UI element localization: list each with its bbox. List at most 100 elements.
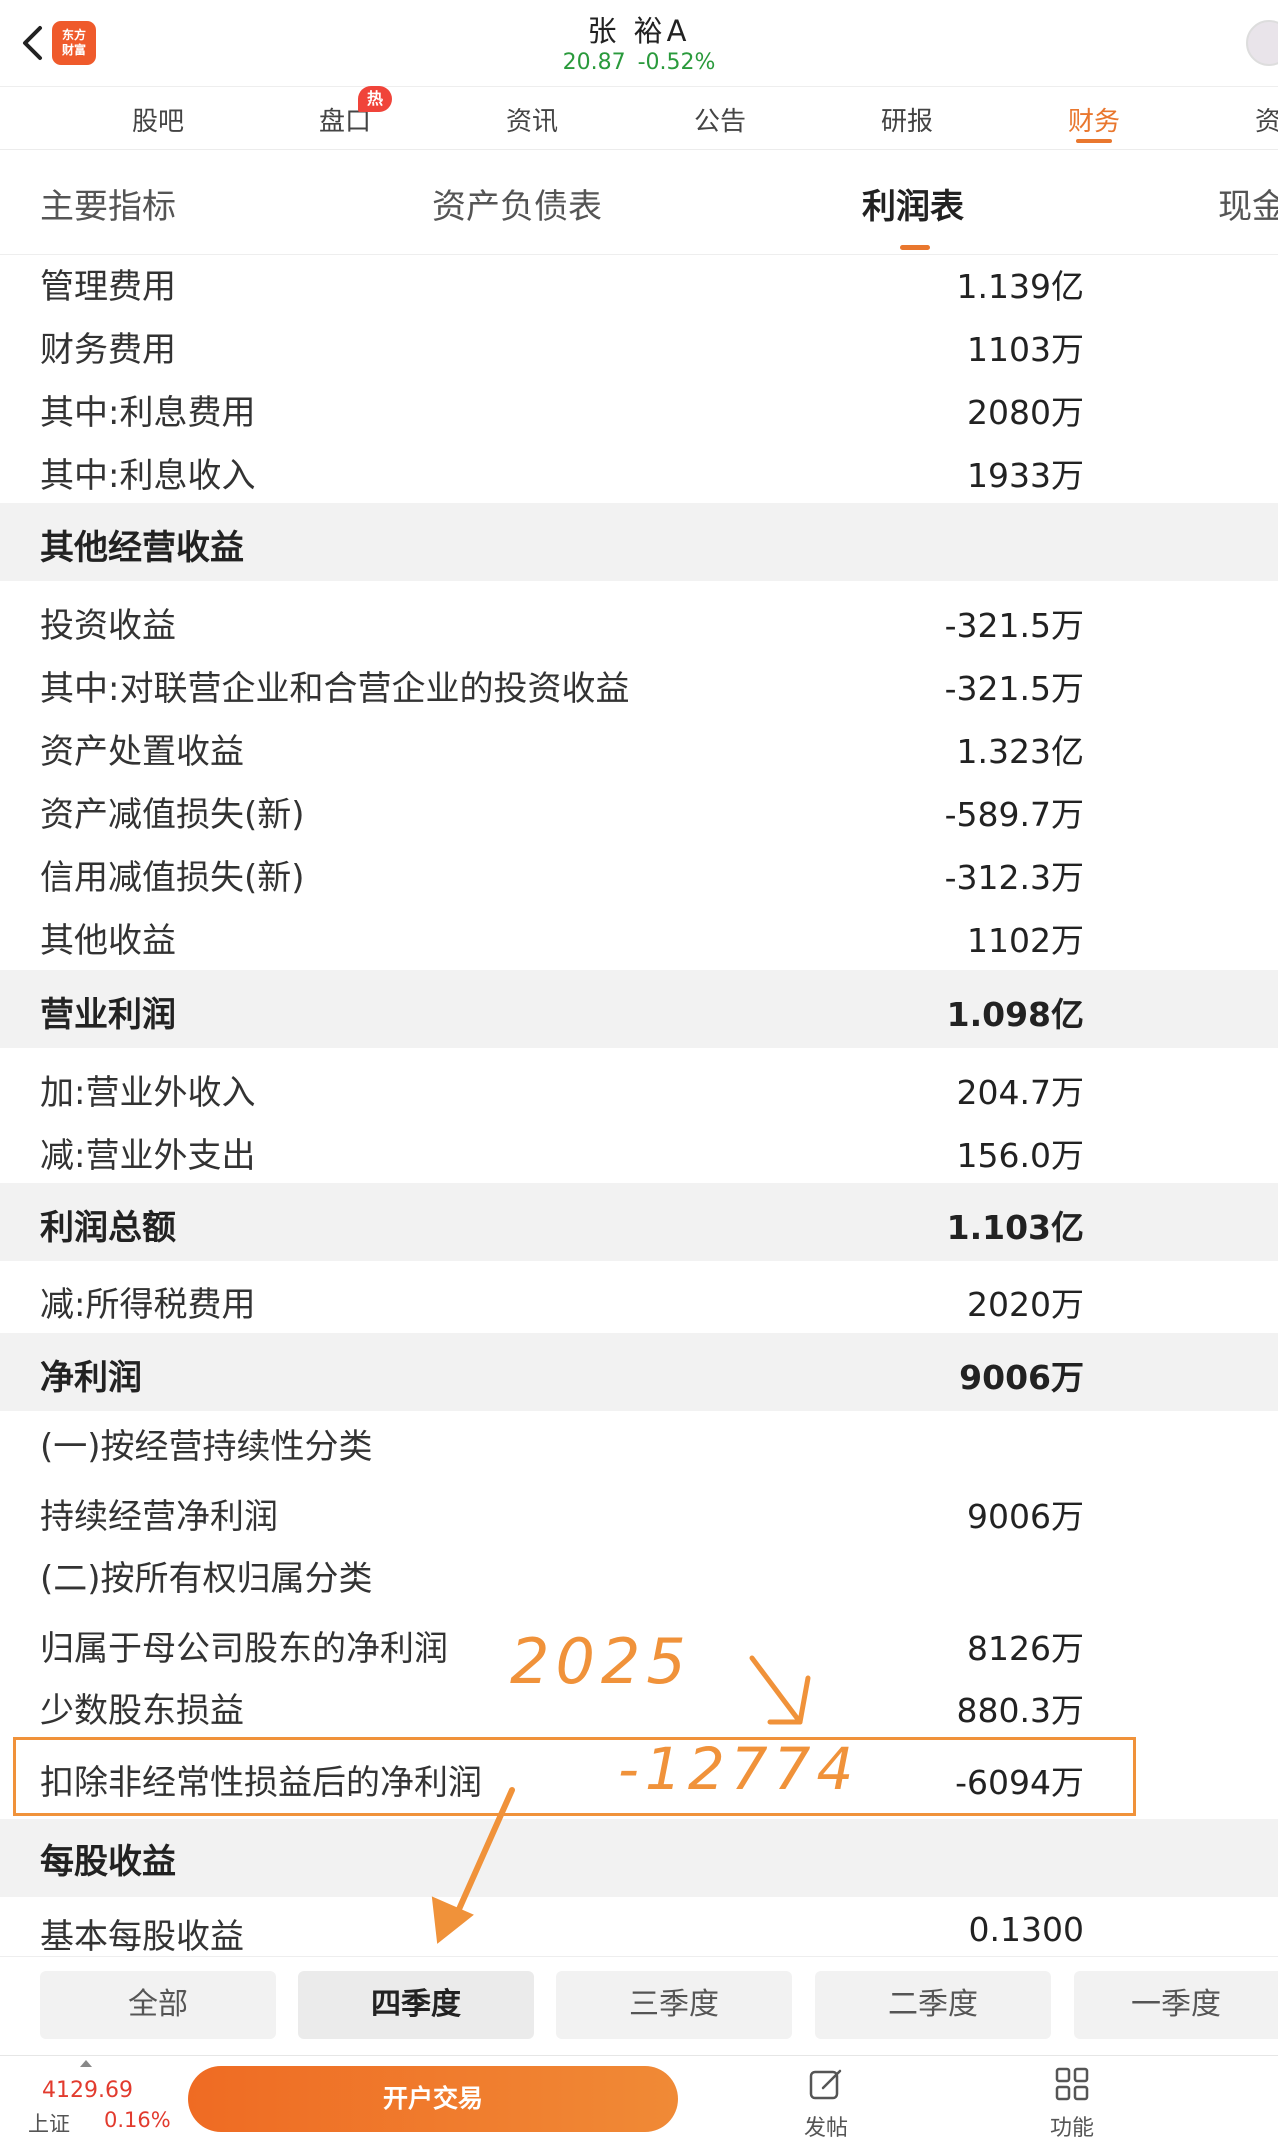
open-account-button[interactable]: 开户交易 xyxy=(188,2066,678,2132)
table-row: 持续经营净利润 9006万 xyxy=(0,1474,1278,1537)
table-row: 其中:利息费用 2080万 xyxy=(0,374,1278,437)
table-row: 减:营业外支出 156.0万 xyxy=(0,1113,1278,1176)
top-header: 东方 财富 张 裕A 20.87 -0.52% xyxy=(0,0,1278,86)
table-row: 加:营业外收入 204.7万 xyxy=(0,1050,1278,1113)
section-label: 其他经营收益 xyxy=(40,528,244,568)
row-label: 基本每股收益 xyxy=(40,1917,244,1957)
table-row: 其中:利息收入 1933万 xyxy=(0,437,1278,500)
section-header: 其他经营收益 xyxy=(0,503,1278,581)
row-value: 204.7万 xyxy=(956,1073,1084,1112)
index-name: 上证 xyxy=(28,2112,70,2136)
row-label: 加:营业外收入 xyxy=(40,1073,256,1113)
grid-icon xyxy=(1055,2067,1089,2101)
row-label: 归属于母公司股东的净利润 xyxy=(40,1629,448,1669)
section-label: 利润总额 xyxy=(40,1208,176,1248)
section-header: 利润总额 1.103亿 xyxy=(0,1183,1278,1261)
annotation-highlight-box xyxy=(13,1737,1136,1816)
row-label: 少数股东损益 xyxy=(40,1691,244,1731)
row-label: (二)按所有权归属分类 xyxy=(40,1559,373,1599)
caret-up-icon[interactable] xyxy=(80,2060,92,2067)
index-value[interactable]: 4129.69 xyxy=(42,2078,133,2103)
row-label: 管理费用 xyxy=(40,267,176,307)
table-row: 减:所得税费用 2020万 xyxy=(0,1262,1278,1325)
row-value: 156.0万 xyxy=(956,1136,1084,1175)
row-label: 持续经营净利润 xyxy=(40,1497,278,1537)
row-value: -321.5万 xyxy=(944,606,1084,645)
table-row: 其他收益 1102万 xyxy=(0,898,1278,961)
index-change: 0.16% xyxy=(104,2108,171,2132)
annotation-value-note: -12774 xyxy=(618,1735,860,1803)
tab-guba[interactable]: 股吧 xyxy=(132,101,184,138)
row-label: 减:所得税费用 xyxy=(40,1285,256,1325)
app-root: 东方 财富 张 裕A 20.87 -0.52% 股吧 盘口 资讯 公告 研报 财务 … xyxy=(0,0,1278,2142)
row-label: 财务费用 xyxy=(40,330,176,370)
row-value: 8126万 xyxy=(967,1629,1084,1668)
period-tabs: 全部 四季度 三季度 二季度 一季度 xyxy=(0,1956,1278,2054)
table-row: 资产处置收益 1.323亿 xyxy=(0,709,1278,772)
row-value: 1.139亿 xyxy=(956,267,1084,306)
table-row: 信用减值损失(新) -312.3万 xyxy=(0,835,1278,898)
row-label: 减:营业外支出 xyxy=(40,1136,256,1176)
period-tab-q4[interactable]: 四季度 xyxy=(298,1971,534,2039)
table-row: 财务费用 1103万 xyxy=(0,311,1278,374)
row-label: 资产减值损失(新) xyxy=(40,795,305,835)
main-tabs: 股吧 盘口 资讯 公告 研报 财务 资 xyxy=(0,86,1278,150)
period-tab-all[interactable]: 全部 xyxy=(40,1971,276,2039)
period-tab-q3[interactable]: 三季度 xyxy=(556,1971,792,2039)
table-row: 基本每股收益 0.1300 xyxy=(0,1897,1278,1957)
row-label: (一)按经营持续性分类 xyxy=(40,1427,373,1467)
section-value: 1.103亿 xyxy=(946,1208,1084,1247)
section-value: 9006万 xyxy=(959,1358,1084,1397)
row-label: 其中:对联营企业和合营企业的投资收益 xyxy=(40,669,630,709)
tab-cash-flow[interactable]: 现金 xyxy=(1218,179,1278,228)
tab-key-indicators[interactable]: 主要指标 xyxy=(40,179,176,228)
section-label: 营业利润 xyxy=(40,995,176,1035)
row-label: 信用减值损失(新) xyxy=(40,858,305,898)
row-value: 1.323亿 xyxy=(956,732,1084,771)
table-row: 投资收益 -321.5万 xyxy=(0,583,1278,646)
table-row: (一)按经营持续性分类 xyxy=(0,1411,1278,1474)
row-value: 1102万 xyxy=(967,921,1084,960)
section-label: 每股收益 xyxy=(40,1842,176,1882)
tab-research[interactable]: 研报 xyxy=(881,101,933,138)
post-label: 发帖 xyxy=(803,2116,849,2141)
row-value: -589.7万 xyxy=(944,795,1084,834)
section-header: 净利润 9006万 xyxy=(0,1333,1278,1411)
period-tab-q2[interactable]: 二季度 xyxy=(815,1971,1051,2039)
row-value: -312.3万 xyxy=(944,858,1084,897)
row-value: 2080万 xyxy=(967,393,1084,432)
row-label: 投资收益 xyxy=(40,606,176,646)
section-header: 营业利润 1.098亿 xyxy=(0,970,1278,1048)
stock-name: 张 裕A xyxy=(587,14,691,48)
edit-icon xyxy=(809,2069,842,2100)
row-value: 0.1300 xyxy=(968,1910,1084,1949)
table-row: 管理费用 1.139亿 xyxy=(0,255,1278,311)
row-value: 880.3万 xyxy=(956,1691,1084,1730)
table-row: 资产减值损失(新) -589.7万 xyxy=(0,772,1278,835)
stock-quote: 20.87 -0.52% xyxy=(0,50,1278,75)
stock-price: 20.87 xyxy=(562,50,626,75)
tab-announcements[interactable]: 公告 xyxy=(694,101,746,138)
section-header: 每股收益 xyxy=(0,1819,1278,1897)
active-subtab-indicator xyxy=(900,245,930,250)
section-value: 1.098亿 xyxy=(946,995,1084,1034)
period-tab-q1[interactable]: 一季度 xyxy=(1074,1971,1278,2039)
function-label: 功能 xyxy=(1049,2116,1095,2141)
row-value: 9006万 xyxy=(967,1497,1084,1536)
row-value: 2020万 xyxy=(967,1285,1084,1324)
row-value: -321.5万 xyxy=(944,669,1084,708)
tab-more[interactable]: 资 xyxy=(1255,101,1278,138)
hot-badge: 热 xyxy=(358,86,392,112)
row-value: 1103万 xyxy=(967,330,1084,369)
tab-finance[interactable]: 财务 xyxy=(1068,101,1120,138)
statement-tabs: 主要指标 资产负债表 利润表 现金 xyxy=(0,151,1278,255)
tab-news[interactable]: 资讯 xyxy=(506,101,558,138)
tab-income-statement[interactable]: 利润表 xyxy=(862,179,964,228)
row-value: 1933万 xyxy=(967,456,1084,495)
row-label: 其中:利息费用 xyxy=(40,393,256,433)
section-label: 净利润 xyxy=(40,1358,142,1398)
row-label: 资产处置收益 xyxy=(40,732,244,772)
table-row: (二)按所有权归属分类 xyxy=(0,1537,1278,1600)
table-row: 其中:对联营企业和合营企业的投资收益 -321.5万 xyxy=(0,646,1278,709)
tab-balance-sheet[interactable]: 资产负债表 xyxy=(432,179,602,228)
